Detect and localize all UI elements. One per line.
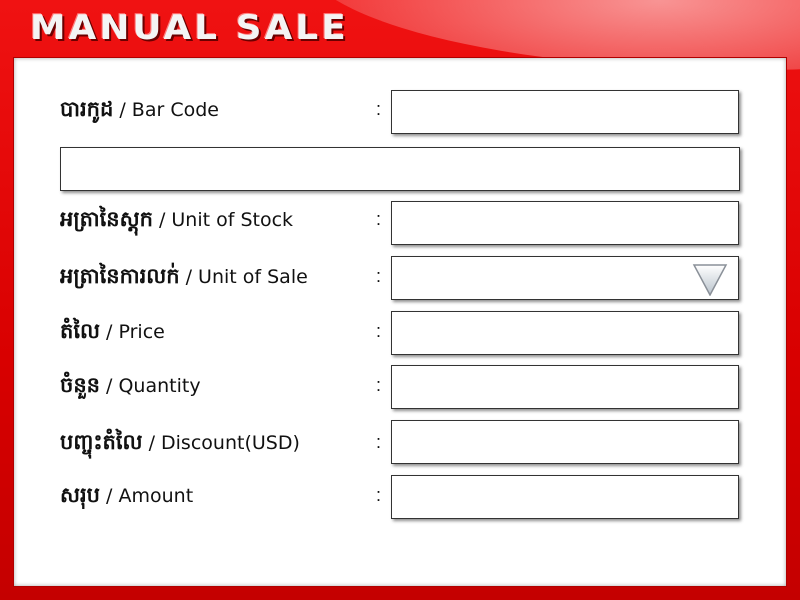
amount-label: សរុប / Amount <box>60 482 193 513</box>
discount-label: បញ្ចុះតំលៃ / Discount(USD) <box>60 429 300 460</box>
quantity-input[interactable] <box>391 365 739 409</box>
unit-of-stock-label-km: អត្រានៃស្តុក <box>60 206 153 231</box>
price-label: តំលៃ / Price <box>60 318 165 349</box>
unit-of-stock-label: អត្រានៃស្តុក / Unit of Stock <box>60 206 293 237</box>
price-label-en: / Price <box>100 321 165 343</box>
bar-code-label-en: / Bar Code <box>113 99 219 121</box>
amount-colon: : <box>376 485 382 505</box>
unit-of-sale-colon: : <box>376 266 382 286</box>
discount-colon: : <box>376 432 382 452</box>
quantity-label-en: / Quantity <box>100 375 201 397</box>
amount-input[interactable] <box>391 475 739 519</box>
price-input[interactable] <box>391 311 739 355</box>
unit-of-stock-input[interactable] <box>391 201 739 245</box>
bar-code-colon: : <box>376 99 382 119</box>
price-label-km: តំលៃ <box>60 318 100 343</box>
price-colon: : <box>376 321 382 341</box>
bar-code-input[interactable] <box>391 90 739 134</box>
discount-label-km: បញ្ចុះតំលៃ <box>60 429 143 454</box>
unit-of-stock-label-en: / Unit of Stock <box>152 209 294 231</box>
quantity-label: ចំនួន / Quantity <box>60 372 201 403</box>
unit-of-sale-select[interactable] <box>391 256 739 300</box>
discount-input[interactable] <box>391 420 739 464</box>
unit-of-sale-label-km: អត្រានៃការលក់ <box>60 263 180 288</box>
bar-code-label: បារកូដ / Bar Code <box>60 96 219 127</box>
quantity-label-km: ចំនួន <box>60 372 100 397</box>
amount-label-km: សរុប <box>60 482 100 507</box>
manual-sale-window: MANUAL SALE បារកូដ / Bar Code : អត្រានៃស… <box>0 0 800 600</box>
amount-label-en: / Amount <box>100 485 194 507</box>
discount-label-en: / Discount(USD) <box>142 432 300 454</box>
window-title: MANUAL SALE <box>30 8 349 48</box>
bar-code-label-km: បារកូដ <box>60 96 114 121</box>
barcode-description-field[interactable] <box>60 147 740 191</box>
quantity-colon: : <box>376 375 382 395</box>
triangle-down-icon[interactable] <box>692 262 728 296</box>
unit-of-sale-label: អត្រានៃការលក់ / Unit of Sale <box>60 263 308 294</box>
unit-of-stock-colon: : <box>376 209 382 229</box>
unit-of-sale-label-en: / Unit of Sale <box>179 266 308 288</box>
